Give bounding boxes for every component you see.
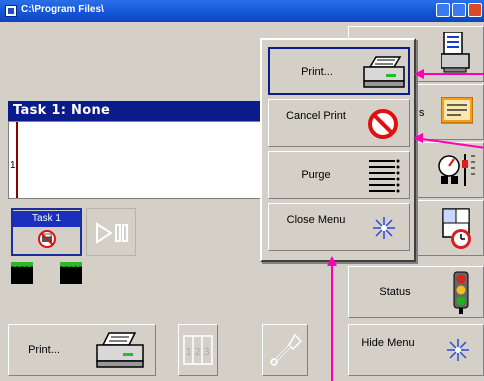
row-marker <box>16 122 18 198</box>
popup-menu: Print... Cancel Print Purge Close Menu <box>260 38 416 262</box>
menu-item-purge[interactable]: Purge <box>268 151 410 199</box>
task-list[interactable]: 1 <box>8 121 270 199</box>
hide-menu-button[interactable]: Hide Menu <box>348 324 484 376</box>
status-button[interactable]: Status <box>348 266 484 318</box>
hide-menu-label: Hide Menu <box>361 337 415 349</box>
callout-arrow <box>413 133 423 143</box>
ink-cartridge-icon <box>60 262 82 284</box>
menu-item-cancel-print[interactable]: Cancel Print <box>268 99 410 147</box>
svg-text:2: 2 <box>195 347 201 358</box>
title-bar: C:\Program Files\ <box>0 0 484 22</box>
asterisk-icon <box>445 337 471 367</box>
callout-line <box>331 266 333 381</box>
counter-clock-icon <box>441 207 475 255</box>
svg-text:1: 1 <box>186 347 192 358</box>
window-title: C:\Program Files\ <box>21 4 104 15</box>
row-number: 1 <box>10 160 16 171</box>
print-button[interactable]: Print... <box>8 324 156 376</box>
task-tile-label: Task 1 <box>13 211 80 227</box>
task-header: Task 1: None <box>8 101 270 121</box>
close-button[interactable] <box>468 3 482 17</box>
menu-item-label: Cancel Print <box>286 110 346 122</box>
play-pause-button[interactable] <box>86 208 136 256</box>
purge-icon <box>367 157 401 199</box>
menu-item-close-menu[interactable]: Close Menu <box>268 203 410 251</box>
menu-item-label: Close Menu <box>286 214 346 226</box>
counter-digits-icon: 1 2 3 <box>183 335 213 369</box>
callout-line <box>422 73 484 75</box>
wrench-icon <box>269 333 303 371</box>
print-button-label: Print... <box>28 344 60 356</box>
partial-label: s <box>419 107 425 119</box>
menu-item-print[interactable]: Print... <box>268 47 410 95</box>
menu-item-label: Purge <box>301 169 331 181</box>
minimize-button[interactable] <box>436 3 450 17</box>
counter-select-button[interactable]: 1 2 3 <box>178 324 218 376</box>
task-tile[interactable]: Task 1 <box>11 208 82 256</box>
menu-item-label: Print... <box>301 66 333 78</box>
gauge-adjust-icon <box>437 152 477 192</box>
message-icon <box>440 96 474 129</box>
callout-arrow <box>327 256 337 266</box>
svg-text:3: 3 <box>204 347 210 358</box>
play-pause-icon <box>95 222 129 248</box>
app-icon <box>5 5 17 17</box>
ink-cartridge-icon <box>11 262 33 284</box>
no-print-icon <box>38 230 56 252</box>
service-button[interactable] <box>262 324 308 376</box>
document-stack-icon <box>440 31 471 78</box>
traffic-light-icon <box>453 271 469 319</box>
maximize-button[interactable] <box>452 3 466 17</box>
printer-icon <box>362 55 406 95</box>
printer-icon <box>95 331 145 373</box>
callout-arrow <box>414 69 424 79</box>
application-window: C:\Program Files\ Task 1: None 1 Task 1 <box>0 0 484 381</box>
status-button-label: Status <box>379 286 411 298</box>
cancel-icon <box>367 108 399 144</box>
asterisk-icon <box>371 215 397 245</box>
